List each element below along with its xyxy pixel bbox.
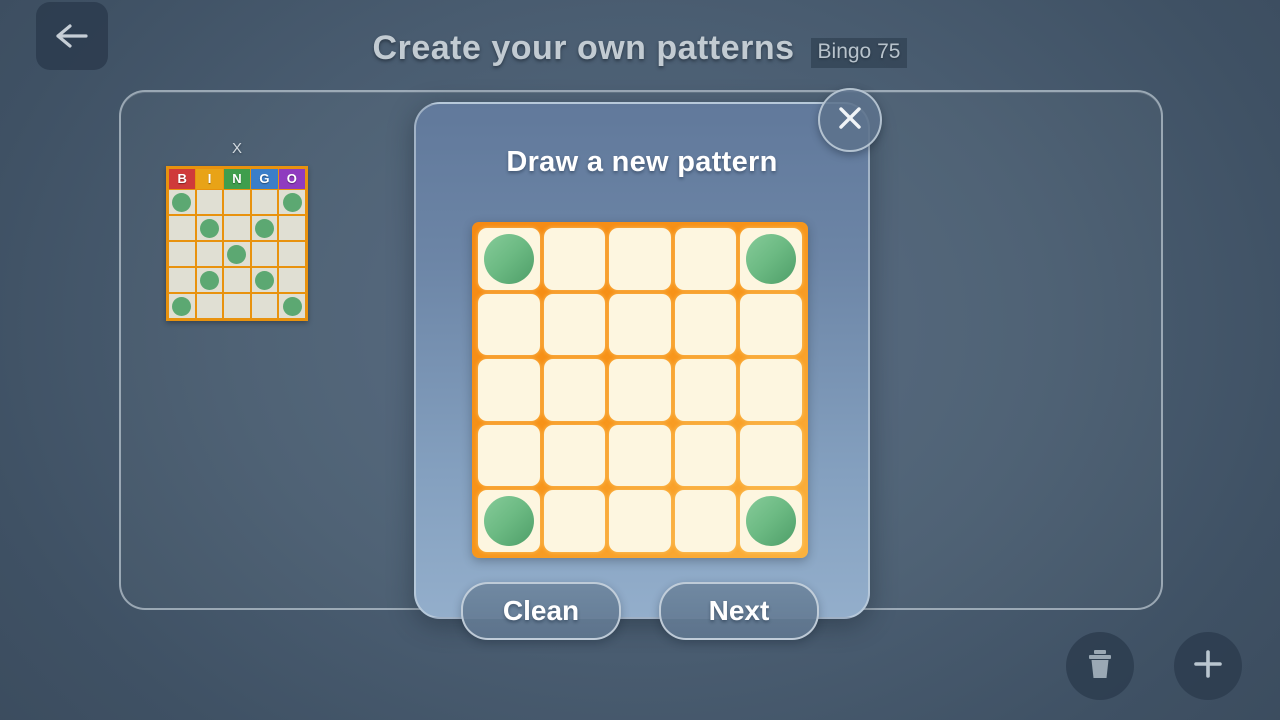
draw-grid-cell[interactable] [609, 490, 671, 552]
thumbnail-marked-dot [172, 192, 192, 212]
close-dialog-button[interactable] [818, 88, 882, 152]
thumbnail-cell [169, 242, 195, 266]
bingo-header-o: O [278, 169, 305, 189]
thumbnail-marked-dot [282, 192, 302, 212]
draw-grid-marked-dot [746, 233, 797, 284]
trash-icon [1085, 647, 1115, 686]
thumbnail-cell [196, 294, 223, 318]
draw-grid-marked-dot [483, 233, 534, 284]
thumbnail-marked-dot [199, 218, 219, 238]
draw-grid-cell[interactable] [478, 424, 540, 487]
thumbnail-cell [224, 190, 250, 214]
thumbnail-cell [251, 216, 278, 240]
draw-grid-cell[interactable] [478, 293, 540, 356]
thumbnail-cell [224, 268, 250, 292]
add-pattern-button[interactable] [1174, 632, 1242, 700]
pattern-thumbnail-grid [169, 190, 305, 318]
thumbnail-marked-dot [227, 244, 247, 264]
thumbnail-cell [196, 190, 223, 214]
delete-pattern-button[interactable] [1066, 632, 1134, 700]
thumbnail-cell [251, 190, 278, 214]
draw-grid-cell[interactable] [478, 228, 540, 290]
thumbnail-marked-dot [199, 270, 219, 290]
thumbnail-cell [251, 242, 278, 266]
draw-grid-cell[interactable] [740, 228, 802, 290]
thumbnail-cell [196, 216, 223, 240]
draw-grid-cell[interactable] [609, 228, 671, 290]
thumbnail-cell [251, 294, 278, 318]
draw-grid-cell[interactable] [740, 424, 802, 487]
draw-grid-cell[interactable] [543, 359, 606, 421]
draw-grid-cell[interactable] [478, 490, 540, 552]
pattern-thumbnail-card: BINGO [166, 166, 308, 321]
bingo-header-row: BINGO [169, 169, 305, 189]
clean-button[interactable]: Clean [461, 582, 621, 640]
draw-grid-cell[interactable] [609, 424, 671, 487]
saved-pattern-item[interactable]: X BINGO [166, 140, 308, 321]
plus-icon [1191, 647, 1225, 686]
draw-grid-cell[interactable] [543, 228, 606, 290]
draw-grid-cell[interactable] [478, 359, 540, 421]
thumbnail-cell [224, 294, 250, 318]
draw-grid-cell[interactable] [740, 490, 802, 552]
thumbnail-cell [169, 190, 195, 214]
thumbnail-cell [224, 216, 250, 240]
thumbnail-cell [196, 268, 223, 292]
draw-grid-cell[interactable] [740, 293, 802, 356]
draw-grid-cell[interactable] [609, 293, 671, 356]
draw-grid-cell[interactable] [543, 490, 606, 552]
draw-grid-cell[interactable] [740, 359, 802, 421]
bingo-header-g: G [251, 169, 278, 189]
draw-grid-cell[interactable] [674, 359, 737, 421]
draw-grid-cell[interactable] [543, 424, 606, 487]
thumbnail-cell [279, 268, 305, 292]
draw-grid-cell[interactable] [674, 490, 737, 552]
thumbnail-marked-dot [255, 218, 275, 238]
thumbnail-cell [279, 190, 305, 214]
thumbnail-cell [279, 216, 305, 240]
draw-grid-marked-dot [746, 496, 797, 547]
thumbnail-marked-dot [255, 270, 275, 290]
thumbnail-cell [169, 216, 195, 240]
thumbnail-cell [196, 242, 223, 266]
thumbnail-cell [224, 242, 250, 266]
game-mode-badge: Bingo 75 [810, 37, 908, 68]
draw-grid-cell[interactable] [674, 293, 737, 356]
thumbnail-cell [251, 268, 278, 292]
page-header: Create your own patterns Bingo 75 [0, 22, 1280, 74]
thumbnail-cell [279, 294, 305, 318]
draw-grid-cell[interactable] [674, 424, 737, 487]
thumbnail-cell [169, 294, 195, 318]
thumbnail-cell [169, 268, 195, 292]
bingo-header-b: B [169, 169, 196, 189]
thumbnail-marked-dot [172, 296, 192, 316]
draw-grid-cell[interactable] [609, 359, 671, 421]
pattern-name-label: X [231, 140, 242, 157]
page-title: Create your own patterns [372, 28, 795, 67]
pattern-draw-grid[interactable] [472, 222, 808, 558]
dialog-actions: Clean Next [414, 582, 866, 640]
close-icon [834, 102, 866, 139]
bingo-header-n: N [223, 169, 251, 189]
dialog-title: Draw a new pattern [506, 146, 778, 178]
thumbnail-marked-dot [282, 296, 302, 316]
thumbnail-cell [279, 242, 305, 266]
bingo-header-i: I [196, 169, 223, 189]
draw-grid-cell[interactable] [543, 293, 606, 356]
draw-grid-marked-dot [483, 496, 534, 547]
draw-grid-cell[interactable] [674, 228, 737, 290]
next-button[interactable]: Next [659, 582, 819, 640]
